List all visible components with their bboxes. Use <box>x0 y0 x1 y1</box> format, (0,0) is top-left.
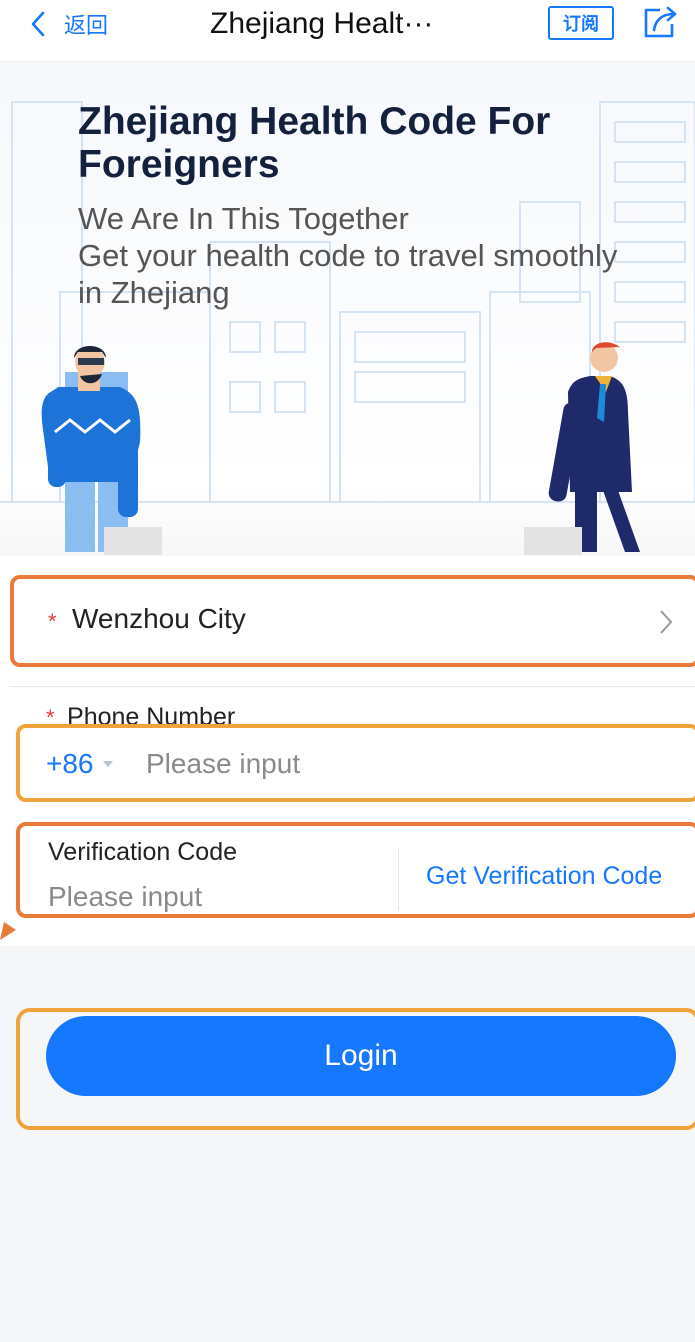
hero-subtitle-line-2: Get your health code to travel smoothly … <box>78 238 618 310</box>
chevron-right-icon <box>660 610 673 634</box>
nav-bar: 返回 Zhejiang Healt··· 订阅 <box>0 0 695 62</box>
hero-title: Zhejiang Health Code For Foreigners <box>78 100 551 186</box>
back-label: 返回 <box>64 13 109 38</box>
page-title: Zhejiang Healt··· <box>210 7 434 40</box>
country-code-selector[interactable]: +86 <box>46 748 114 780</box>
country-code-value: +86 <box>46 748 94 779</box>
divider <box>398 848 399 910</box>
subscribe-button[interactable]: 订阅 <box>548 6 614 40</box>
arrow-icon <box>0 922 16 940</box>
verification-input[interactable] <box>48 880 388 914</box>
chevron-left-icon <box>31 11 45 37</box>
verification-field-row: Verification Code Get Verification Code <box>16 822 695 918</box>
share-icon[interactable] <box>640 4 680 42</box>
verification-label: Verification Code <box>48 838 238 866</box>
phone-input[interactable] <box>146 744 666 784</box>
caret-down-icon <box>102 761 113 767</box>
man-right-illustration <box>524 342 640 555</box>
city-value: Wenzhou City <box>72 603 246 634</box>
hero-banner: Zhejiang Health Code For Foreigners We A… <box>0 62 695 556</box>
back-button[interactable]: 返回 <box>28 6 108 42</box>
get-verification-code-button[interactable]: Get Verification Code <box>426 862 662 891</box>
city-selector[interactable]: * Wenzhou City <box>10 575 695 667</box>
login-button[interactable]: Login <box>46 1016 676 1096</box>
phone-field-row: +86 <box>16 724 695 802</box>
hero-subtitle: We Are In This Together Get your health … <box>78 200 638 311</box>
hero-subtitle-line-1: We Are In This Together <box>78 201 409 236</box>
divider <box>10 686 695 687</box>
required-mark: * <box>48 609 57 634</box>
